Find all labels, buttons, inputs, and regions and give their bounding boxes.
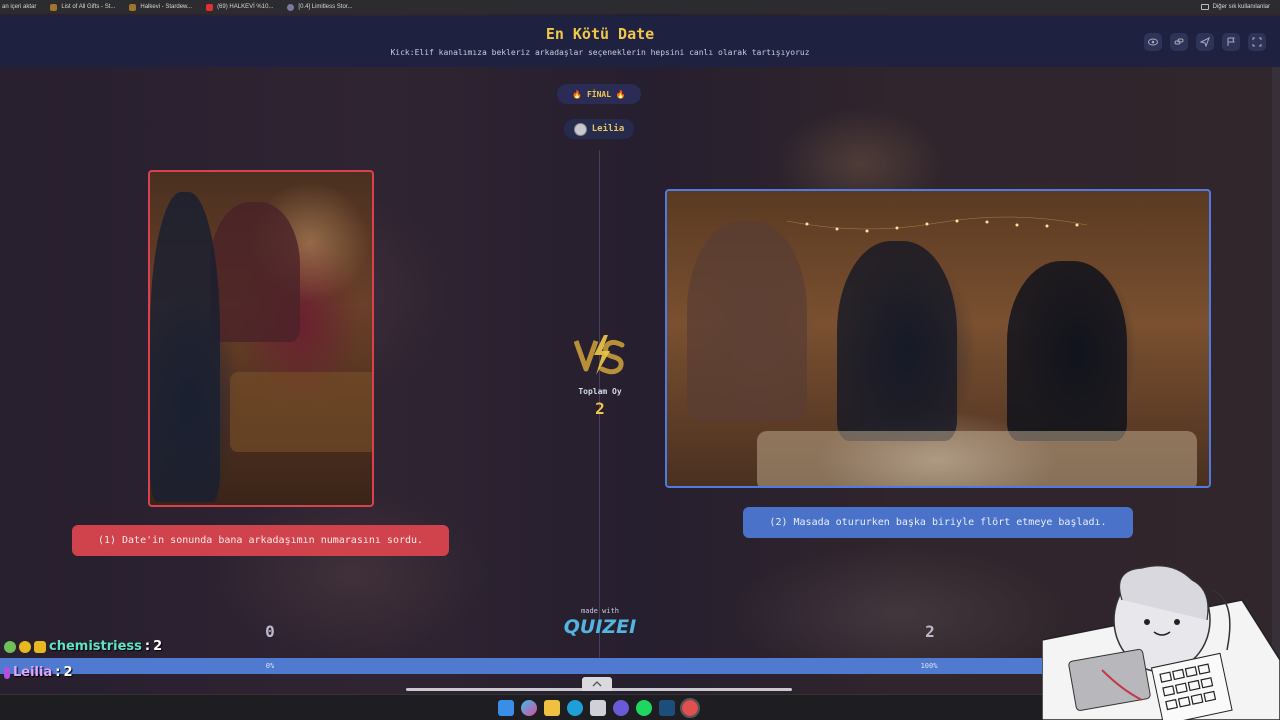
final-badge-label: 🔥 FİNAL 🔥 [572, 89, 626, 99]
bookmark-item[interactable]: (69) HALKEVİ %10... [206, 3, 274, 11]
other-bookmarks[interactable]: Diğer sık kullanılanlar [1200, 0, 1270, 14]
bookmark-item[interactable]: an içeri aktar [2, 4, 36, 10]
browser-icon[interactable] [680, 698, 700, 718]
chat-message: 2 [153, 639, 163, 654]
choice-1-image[interactable] [148, 170, 374, 507]
page-header: En Kötü Date Kick:Elif kanalımıza bekler… [0, 16, 1280, 67]
annoyed-woman-figure [1007, 261, 1127, 441]
bookmark-label: an içeri aktar [2, 4, 37, 10]
eye-icon[interactable] [1144, 33, 1162, 51]
flag-icon[interactable] [1222, 33, 1240, 51]
other-bookmarks-label: Diğer sık kullanılanlar [1212, 4, 1270, 10]
quizei-logo[interactable]: QUIZEI [562, 616, 638, 638]
streamer-avatar-sticker [1042, 565, 1280, 720]
copilot-icon[interactable] [521, 700, 537, 716]
page-subtitle: Kick:Elif kanalımıza bekleriz arkadaşlar… [390, 48, 810, 57]
file-explorer-icon[interactable] [544, 700, 560, 716]
vs-icon [574, 335, 625, 375]
bookmark-item[interactable]: List of All Gifts - St... [50, 3, 116, 11]
chat-line: Leilia : 2 [4, 665, 73, 680]
current-user-name: Leilia [591, 124, 625, 134]
bookmark-label: [0.4] Limitless Stor... [298, 4, 353, 10]
fullscreen-icon[interactable] [1248, 33, 1266, 51]
folder-icon [1200, 4, 1209, 10]
woman-figure [210, 202, 300, 342]
choice-1-percent: 0% [265, 662, 275, 670]
choice-1-votes: 0 [265, 622, 275, 641]
total-votes-value: 2 [595, 399, 605, 418]
choice-2-percent: 100% [920, 662, 938, 670]
bookmarks-bar: an içeri aktar List of All Gifts - St...… [0, 0, 1280, 14]
chat-line: chemistriess : 2 [4, 639, 162, 654]
bookmark-icon [287, 3, 295, 11]
table [230, 372, 372, 452]
choice-1-label[interactable]: (1) Date'in sonunda bana arkadaşımın num… [72, 525, 449, 556]
youtube-icon [206, 3, 214, 11]
bookmark-icon [50, 3, 58, 11]
made-with-text: made with [581, 607, 619, 615]
app-icon[interactable] [613, 700, 629, 716]
choice-2-text: (2) Masada otururken başka biriyle flört… [769, 517, 1107, 528]
collapse-button[interactable] [582, 677, 612, 691]
bookmark-label: (69) HALKEVİ %10... [217, 4, 274, 10]
store-icon[interactable] [590, 700, 606, 716]
avatar [573, 122, 587, 136]
edge-icon[interactable] [567, 700, 583, 716]
mic-badge-icon [4, 666, 10, 679]
bookmark-item[interactable]: [0.4] Limitless Stor... [287, 3, 353, 11]
choice-2-votes: 2 [925, 622, 935, 641]
bookmark-label: Halkevi - Stardew... [140, 4, 193, 10]
bookmark-label: List of All Gifts - St... [61, 4, 116, 10]
header-actions [1144, 33, 1266, 51]
page-title: En Kötü Date [545, 25, 655, 43]
table [757, 431, 1197, 486]
chat-username: chemistriess [49, 639, 142, 654]
current-user-pill: Leilia [564, 119, 634, 139]
choice-2-label[interactable]: (2) Masada otururken başka biriyle flört… [743, 507, 1133, 538]
choice-1-text: (1) Date'in sonunda bana arkadaşımın num… [97, 535, 424, 546]
total-votes-label: Toplam Oy [578, 387, 622, 396]
string-lights [787, 216, 1087, 233]
spotify-icon[interactable] [636, 700, 652, 716]
star-badge-icon [4, 640, 16, 653]
chat-message: 2 [63, 665, 73, 680]
man-figure [837, 241, 957, 441]
send-icon[interactable] [1196, 33, 1214, 51]
rank-badge-icon [19, 640, 31, 653]
steam-icon[interactable] [659, 700, 675, 716]
bookmark-item[interactable]: Halkevi - Stardew... [129, 3, 193, 11]
man-figure [150, 192, 220, 502]
chat-separator: : [144, 639, 151, 654]
chat-username: Leilia [13, 665, 53, 680]
choice-2-image[interactable] [665, 189, 1211, 488]
laughing-woman-figure [687, 221, 807, 421]
windows-start-icon[interactable] [498, 700, 514, 716]
bookmark-icon [129, 3, 137, 11]
chat-separator: : [55, 665, 61, 680]
link-icon[interactable] [1170, 33, 1188, 51]
crown-badge-icon [34, 640, 46, 653]
chevron-up-icon [592, 681, 602, 687]
final-badge: 🔥 FİNAL 🔥 [557, 84, 641, 104]
